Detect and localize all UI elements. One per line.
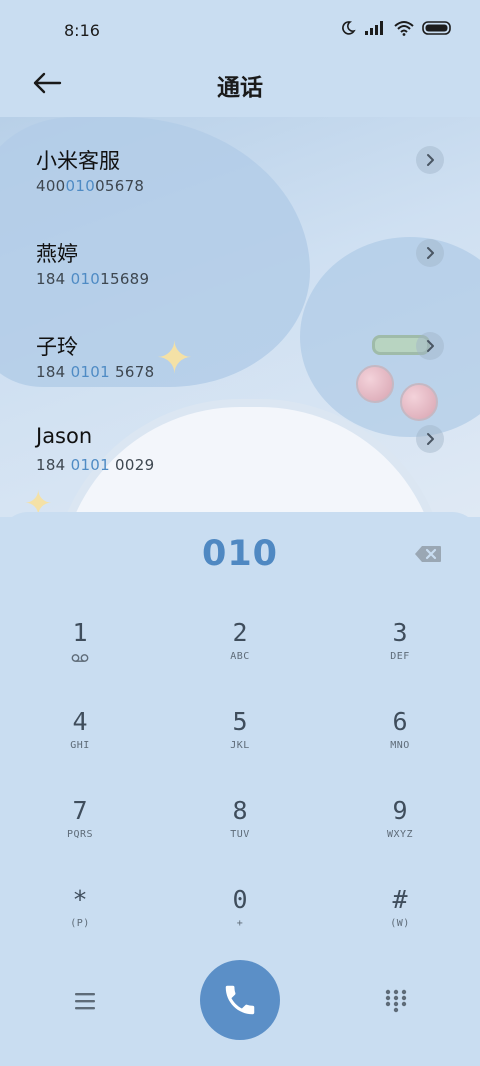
page-title: 通话 <box>217 75 263 101</box>
key-letters: JKL <box>230 740 250 751</box>
number-prefix: 184 <box>36 270 71 288</box>
key-letters: (P) <box>70 918 90 929</box>
dialer-panel: 010 1 2 ABC 3 DEF 4 GHI 5 JKL 6 MNO 7 PQ… <box>0 512 480 1066</box>
contact-detail-button[interactable] <box>416 425 444 453</box>
chevron-right-icon <box>427 433 434 445</box>
backspace-icon <box>415 546 441 562</box>
key-letters: (W) <box>390 918 410 929</box>
key-5[interactable]: 5 JKL <box>160 707 320 795</box>
key-1[interactable]: 1 <box>0 618 160 706</box>
contact-name: Jason <box>36 424 93 448</box>
number-match: 0101 <box>70 363 110 381</box>
key-letters: MNO <box>390 740 410 751</box>
key-letters: ABC <box>230 651 250 662</box>
key-digit: 5 <box>232 707 248 736</box>
key-digit: 2 <box>232 618 248 647</box>
key-digit: * <box>72 885 88 914</box>
key-7[interactable]: 7 PQRS <box>0 796 160 884</box>
contact-name: 子玲 <box>36 335 78 359</box>
key-digit: 3 <box>392 618 408 647</box>
key-letters: WXYZ <box>386 829 414 840</box>
contact-number: 184 0101 0029 <box>36 456 154 474</box>
key-letters: + <box>236 918 244 929</box>
key-digit: # <box>392 885 408 914</box>
key-digit: 0 <box>232 885 248 914</box>
phone-icon <box>225 985 255 1015</box>
moon-icon <box>342 21 356 35</box>
contact-name: 小米客服 <box>36 149 120 173</box>
contact-row[interactable]: 子玲 184 0101 5678 <box>0 316 480 409</box>
key-digit: 8 <box>232 796 248 825</box>
wifi-icon <box>394 21 414 36</box>
keypad-icon <box>385 989 407 1013</box>
contact-number: 184 01015689 <box>36 270 149 288</box>
keypad-toggle-button[interactable] <box>383 988 409 1014</box>
key-letters: TUV <box>230 829 250 840</box>
key-6[interactable]: 6 MNO <box>320 707 480 795</box>
status-time: 8:16 <box>64 21 100 40</box>
key-digit: 6 <box>392 707 408 736</box>
number-suffix: 15689 <box>100 270 150 288</box>
contact-number: 40001005678 <box>36 177 144 195</box>
contact-detail-button[interactable] <box>416 239 444 267</box>
contact-row[interactable]: Jason 184 0101 0029 <box>0 409 480 502</box>
key-digit: 4 <box>72 707 88 736</box>
key-8[interactable]: 8 TUV <box>160 796 320 884</box>
status-icons <box>340 20 452 36</box>
key-digit: 7 <box>72 796 88 825</box>
contact-row[interactable]: 小米客服 40001005678 <box>0 130 480 223</box>
contact-number: 184 0101 5678 <box>36 363 154 381</box>
menu-icon <box>75 993 95 1010</box>
number-suffix: 0029 <box>109 456 155 474</box>
contact-name: 燕婷 <box>36 242 78 266</box>
key-letters: PQRS <box>66 829 94 840</box>
number-match: 010 <box>65 177 96 195</box>
chevron-right-icon <box>427 247 434 259</box>
number-suffix: 05678 <box>95 177 145 195</box>
key-letters: DEF <box>390 651 410 662</box>
call-button[interactable] <box>200 960 280 1040</box>
number-match: 010 <box>70 270 101 288</box>
key-digit: 9 <box>392 796 408 825</box>
key-letters: GHI <box>70 740 90 751</box>
header: 通话 <box>0 60 480 117</box>
number-prefix: 400 <box>36 177 66 195</box>
signal-icon <box>365 21 383 35</box>
chevron-right-icon <box>427 154 434 166</box>
key-digit: 1 <box>72 618 88 647</box>
key-3[interactable]: 3 DEF <box>320 618 480 706</box>
number-suffix: 5678 <box>109 363 155 381</box>
contact-row[interactable]: 燕婷 184 01015689 <box>0 223 480 316</box>
chevron-right-icon <box>427 340 434 352</box>
backspace-button[interactable] <box>414 545 442 563</box>
dialed-number: 010 <box>201 534 279 574</box>
contact-detail-button[interactable] <box>416 332 444 360</box>
number-prefix: 184 <box>36 363 71 381</box>
key-2[interactable]: 2 ABC <box>160 618 320 706</box>
key-4[interactable]: 4 GHI <box>0 707 160 795</box>
key-9[interactable]: 9 WXYZ <box>320 796 480 884</box>
menu-button[interactable] <box>72 990 98 1012</box>
number-match: 0101 <box>70 456 110 474</box>
number-prefix: 184 <box>36 456 71 474</box>
status-bar: 8:16 <box>0 0 480 60</box>
voicemail-icon <box>71 654 89 662</box>
dialer-bottom-bar <box>0 960 480 1044</box>
contact-detail-button[interactable] <box>416 146 444 174</box>
battery-icon <box>422 21 451 35</box>
